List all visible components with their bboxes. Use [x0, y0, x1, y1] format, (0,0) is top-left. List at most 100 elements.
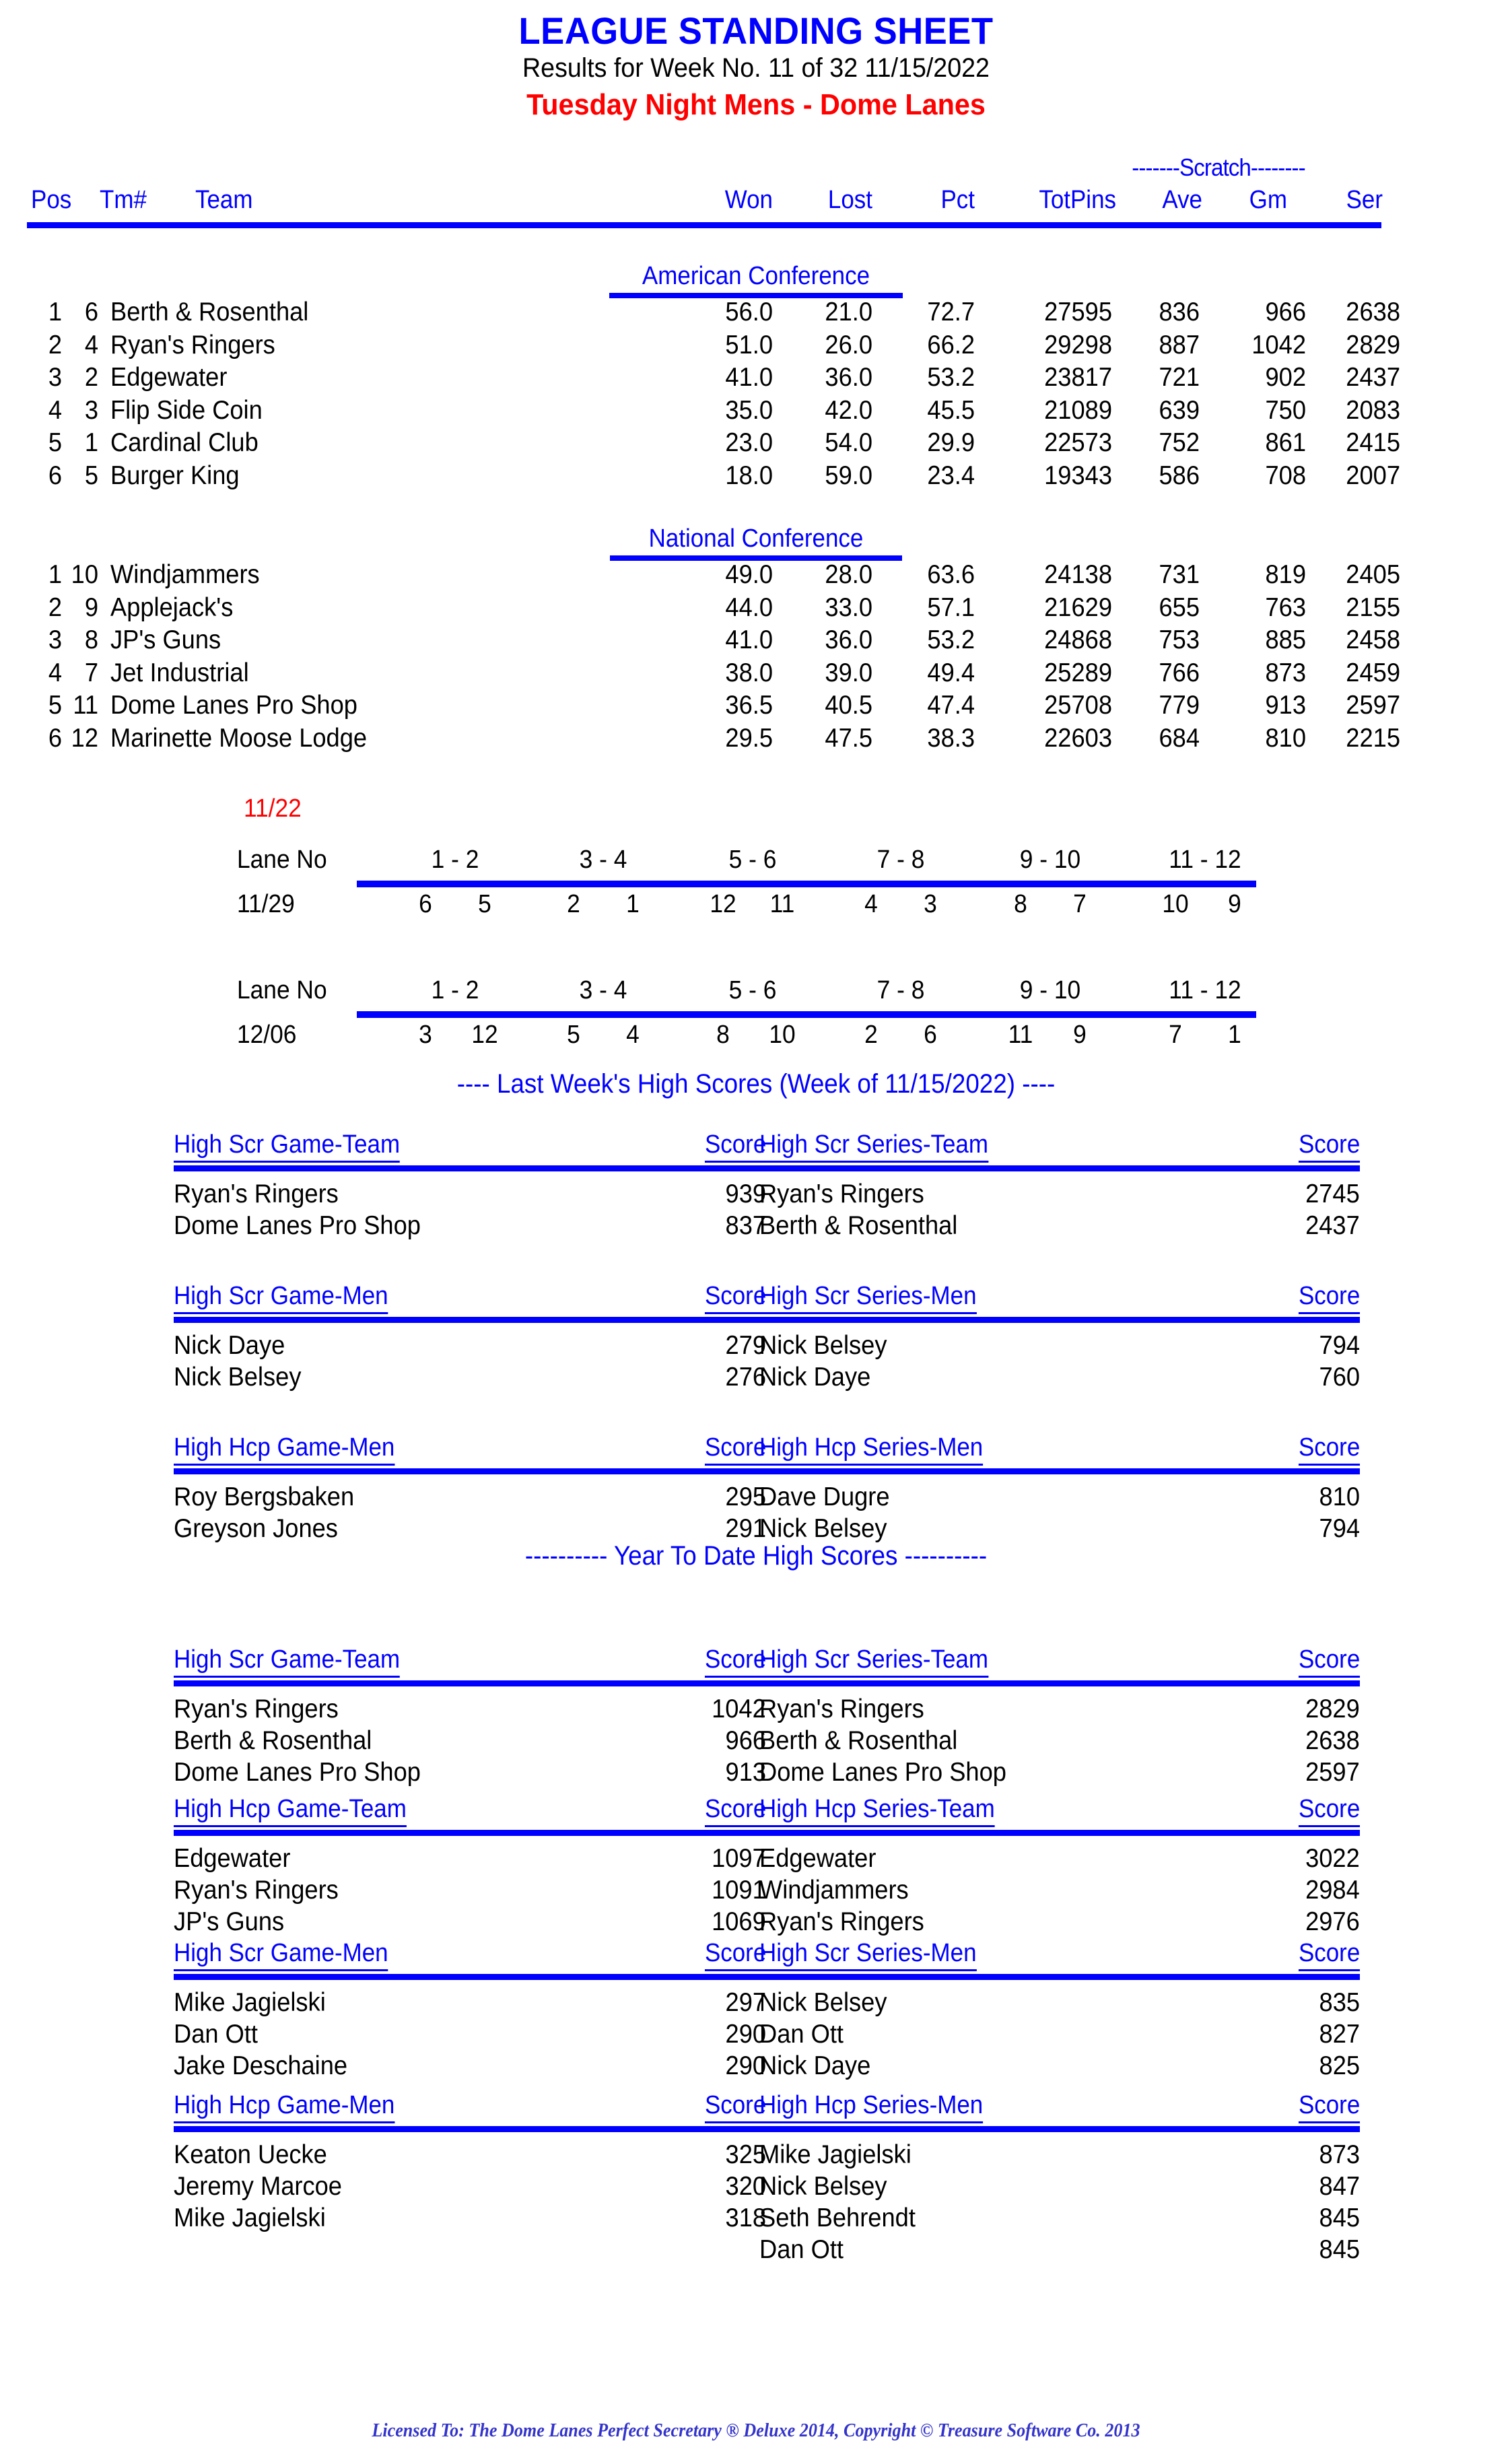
- standings-totpins: 25289: [1044, 658, 1112, 687]
- high-score-table-title: High Scr Game-Team: [174, 1645, 401, 1678]
- high-score-entry-name: Mike Jagielski: [174, 1988, 326, 2017]
- high-score-row: Ryan's Ringers 1091: [174, 1876, 766, 1907]
- high-score-table-divider: [174, 1317, 766, 1323]
- standings-ser: 2638: [1346, 298, 1400, 327]
- high-score-row: Ryan's Ringers 2976: [759, 1907, 1360, 1939]
- standings-row: 2 4 Ryan's Ringers 51.0 26.0 66.2 29298 887 1042…: [0, 331, 1512, 363]
- matchup-team-b: 6: [924, 1021, 937, 1049]
- high-score-row: Seth Behrendt 845: [759, 2203, 1360, 2235]
- standings-gm: 763: [1265, 592, 1306, 622]
- column-header-team-no: Tm#: [100, 186, 147, 214]
- high-score-table-title: High Hcp Series-Men: [759, 1433, 984, 1466]
- matchup-team-a: 7: [1169, 1021, 1182, 1049]
- high-score-table-divider: [759, 1165, 1360, 1171]
- high-score-table-divider: [174, 1680, 766, 1686]
- standings-totpins: 21629: [1044, 592, 1112, 622]
- standings-totpins: 24868: [1044, 625, 1112, 654]
- last-week-banner: ---- Last Week's High Scores (Week of 11…: [456, 1069, 1056, 1099]
- high-score-row: Mike Jagielski 873: [759, 2140, 1360, 2172]
- standings-lost: 36.0: [825, 363, 872, 392]
- standings-ser: 2405: [1346, 560, 1400, 589]
- high-score-column-header: Score: [1298, 2091, 1360, 2123]
- high-score-table-title: High Scr Game-Men: [174, 1939, 388, 1971]
- matchup-team-a: 8: [1014, 890, 1027, 918]
- lane-pair-label: 7 - 8: [877, 846, 925, 874]
- standings-won: 56.0: [725, 298, 773, 327]
- high-score-entry-value: 2437: [1305, 1211, 1360, 1240]
- lane-header-row: Lane No 1 - 2 3 - 4 5 - 6 7 - 8 9 - 10 11 - 12: [0, 846, 1512, 878]
- lane-pair-label: 7 - 8: [877, 976, 925, 1004]
- conference-label: National Conference: [648, 524, 864, 553]
- standings-ave: 721: [1159, 363, 1200, 392]
- high-score-entry-value: 3022: [1305, 1844, 1360, 1873]
- standings-pos: 6: [48, 723, 62, 753]
- high-score-entry-name: Nick Daye: [174, 1331, 285, 1360]
- scratch-group-label: -------Scratch--------: [1132, 153, 1305, 181]
- lane-pair-label: 11 - 12: [1169, 976, 1241, 1004]
- lane-header-row: Lane No 1 - 2 3 - 4 5 - 6 7 - 8 9 - 10 11 - 12: [0, 976, 1512, 1009]
- high-score-entry-value: 2984: [1305, 1876, 1360, 1905]
- high-score-row: Jeremy Marcoe 320: [174, 2172, 766, 2203]
- high-score-row: Mike Jagielski 297: [174, 1988, 766, 2020]
- matchup-team-b: 9: [1228, 890, 1241, 918]
- high-score-entry-value: 2638: [1305, 1726, 1360, 1755]
- high-score-row: Berth & Rosenthal 2437: [759, 1211, 1360, 1243]
- matchup-team-a: 11: [1008, 1021, 1033, 1049]
- lane-pair-label: 11 - 12: [1169, 846, 1241, 874]
- standings-row: 3 8 JP's Guns 41.0 36.0 53.2 24868 753 885 2458: [0, 625, 1512, 658]
- standings-row: 6 5 Burger King 18.0 59.0 23.4 19343 586 708 2007: [0, 461, 1512, 493]
- standings-totpins: 25708: [1044, 691, 1112, 720]
- standings-team-name: Applejack's: [110, 592, 234, 622]
- standings-ave: 766: [1159, 658, 1200, 687]
- column-header-ser: Ser: [1346, 186, 1383, 214]
- high-score-entry-name: Dome Lanes Pro Shop: [174, 1211, 421, 1240]
- standings-lost: 59.0: [825, 460, 872, 490]
- high-score-entry-value: 835: [1319, 1988, 1360, 2017]
- standings-team-no: 9: [84, 592, 98, 622]
- matchup-team-b: 12: [471, 1021, 498, 1049]
- high-score-row: Dome Lanes Pro Shop 837: [174, 1211, 766, 1243]
- standings-pct: 47.4: [927, 691, 975, 720]
- high-score-table-divider: [174, 1830, 766, 1836]
- standings-row: 5 11 Dome Lanes Pro Shop 36.5 40.5 47.4 25708 7…: [0, 691, 1512, 723]
- standing-sheet-page: LEAGUE STANDING SHEET Results for Week N…: [0, 0, 1512, 2460]
- standings-pos: 4: [48, 395, 62, 425]
- high-score-entry-value: 2976: [1305, 1907, 1360, 1936]
- matchup-team-b: 7: [1073, 890, 1087, 918]
- standings-won: 44.0: [725, 592, 773, 622]
- high-score-entry-value: 873: [1319, 2140, 1360, 2169]
- standings-won: 49.0: [725, 560, 773, 589]
- high-score-table-title: High Scr Series-Team: [759, 1645, 988, 1678]
- high-score-row: Dave Dugre 810: [759, 1482, 1360, 1514]
- matchup-team-b: 3: [924, 890, 937, 918]
- high-score-table-divider: [174, 1165, 766, 1171]
- standings-totpins: 22603: [1044, 723, 1112, 753]
- matchup-team-a: 5: [567, 1021, 580, 1049]
- standings-gm: 966: [1265, 298, 1306, 327]
- standings-row: 4 7 Jet Industrial 38.0 39.0 49.4 25289 766 873 2…: [0, 658, 1512, 691]
- high-score-table-title: High Hcp Series-Men: [759, 2091, 984, 2123]
- standings-pos: 4: [48, 658, 62, 687]
- standings-pct: 45.5: [927, 395, 975, 425]
- standings-pct: 53.2: [927, 625, 975, 654]
- standings-team-name: Burger King: [110, 460, 240, 490]
- high-score-table-title: High Scr Series-Team: [759, 1130, 988, 1163]
- high-score-entry-name: Ryan's Ringers: [174, 1876, 339, 1905]
- matchup-team-a: 10: [1162, 890, 1189, 918]
- high-score-entry-name: Dan Ott: [759, 2020, 844, 2049]
- standings-gm: 1042: [1251, 330, 1306, 360]
- high-score-row: Nick Belsey 835: [759, 1988, 1360, 2020]
- high-score-entry-value: 1091: [712, 1876, 766, 1905]
- high-score-entry-name: JP's Guns: [174, 1907, 285, 1936]
- high-score-column-header: Score: [704, 1645, 766, 1678]
- standings-team-name: Dome Lanes Pro Shop: [110, 691, 357, 720]
- column-header-pos: Pos: [31, 186, 72, 214]
- matchup-team-b: 4: [626, 1021, 640, 1049]
- standings-lost: 21.0: [825, 298, 872, 327]
- standings-team-no: 6: [84, 298, 98, 327]
- standings-gm: 902: [1265, 363, 1306, 392]
- high-score-entry-value: 1069: [712, 1907, 766, 1936]
- high-score-table-divider: [174, 1468, 766, 1474]
- high-score-column-header: Score: [1298, 1645, 1360, 1678]
- lane-pair-label: 3 - 4: [579, 846, 627, 874]
